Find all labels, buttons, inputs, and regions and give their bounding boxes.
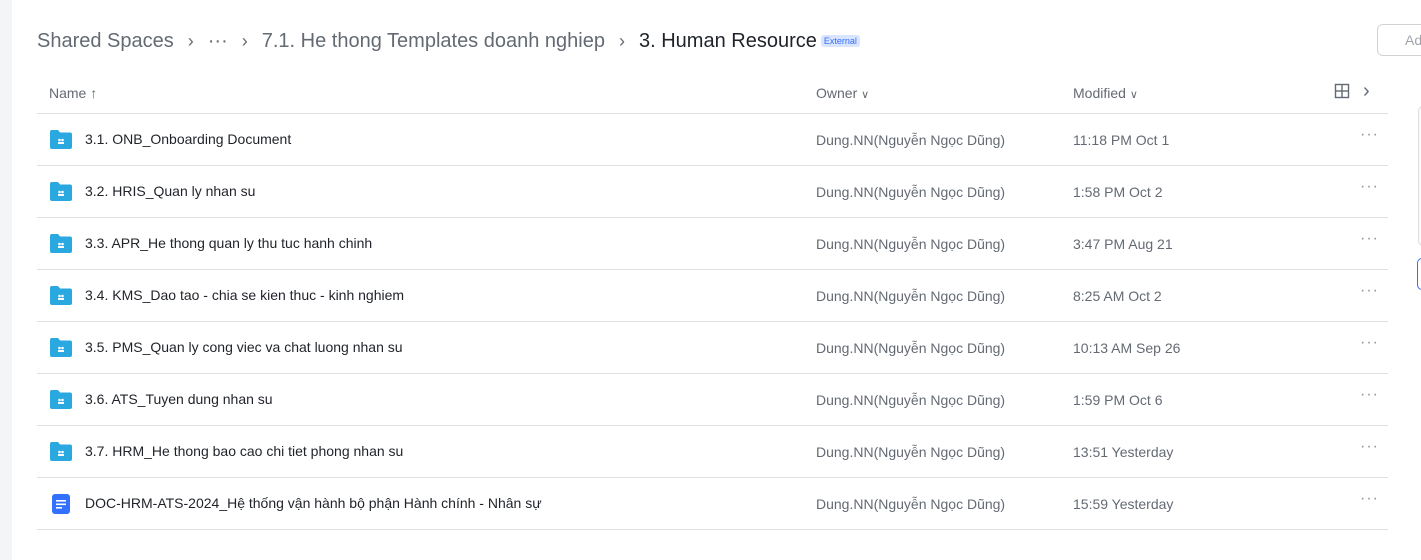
item-owner: Dung.NN(Nguyễn Ngọc Dũng) (816, 392, 1006, 408)
more-options-icon[interactable]: ··· (1360, 178, 1379, 196)
shared-folder-icon (50, 286, 72, 305)
external-badge: External (820, 35, 860, 47)
chevron-right-icon: › (187, 30, 194, 51)
more-options-icon[interactable]: ··· (1360, 490, 1379, 508)
item-owner: Dung.NN(Nguyễn Ngọc Dũng) (816, 132, 1006, 148)
more-options-icon[interactable]: ··· (1360, 386, 1379, 404)
breadcrumb-more[interactable]: ··· (208, 30, 228, 53)
grid-view-icon[interactable] (1334, 83, 1350, 102)
shared-folder-icon (50, 182, 72, 201)
more-options-icon[interactable]: ··· (1360, 230, 1379, 248)
item-owner: Dung.NN(Nguyễn Ngọc Dũng) (816, 184, 1006, 200)
shared-folder-icon (50, 442, 72, 461)
chevron-down-icon: ∨ (1129, 89, 1138, 101)
document-icon (50, 494, 72, 514)
item-owner: Dung.NN(Nguyễn Ngọc Dũng) (816, 340, 1006, 356)
item-modified: 10:13 AM Sep 26 (1073, 340, 1181, 356)
table-row[interactable]: 3.1. ONB_Onboarding Document Dung.NN(Ngu… (37, 114, 1388, 166)
left-sidebar-edge (0, 0, 12, 560)
shared-folder-icon (50, 338, 72, 357)
more-options-icon[interactable]: ··· (1360, 282, 1379, 300)
table-row[interactable]: DOC-HRM-ATS-2024_Hệ thống vận hành bộ ph… (37, 478, 1388, 530)
owner-label: Owner (816, 85, 858, 101)
item-name[interactable]: 3.4. KMS_Dao tao - chia se kien thuc - k… (85, 287, 404, 303)
more-options-icon[interactable]: ··· (1360, 438, 1379, 456)
breadcrumb-shared-spaces[interactable]: Shared Spaces (37, 30, 174, 53)
item-owner: Dung.NN(Nguyễn Ngọc Dũng) (816, 236, 1006, 252)
table-row[interactable]: 3.7. HRM_He thong bao cao chi tiet phong… (37, 426, 1388, 478)
item-owner: Dung.NN(Nguyễn Ngọc Dũng) (816, 444, 1006, 460)
modified-label: Modified (1073, 85, 1126, 101)
more-options-icon[interactable]: ··· (1360, 334, 1379, 352)
sort-by-owner[interactable]: Owner ∨ (816, 85, 869, 101)
table-row[interactable]: 3.2. HRIS_Quan ly nhan su Dung.NN(Nguyễn… (37, 166, 1388, 218)
item-owner: Dung.NN(Nguyễn Ngọc Dũng) (816, 496, 1006, 512)
chevron-right-icon[interactable]: › (1363, 80, 1370, 103)
sort-by-modified[interactable]: Modified ∨ (1073, 85, 1138, 101)
more-options-icon[interactable]: ··· (1360, 126, 1379, 144)
item-modified: 3:47 PM Aug 21 (1073, 236, 1173, 252)
breadcrumb-parent-folder[interactable]: 7.1. He thong Templates doanh nghiep (262, 30, 605, 53)
item-modified: 8:25 AM Oct 2 (1073, 288, 1162, 304)
item-modified: 1:58 PM Oct 2 (1073, 184, 1163, 200)
table-row[interactable]: 3.3. APR_He thong quan ly thu tuc hanh c… (37, 218, 1388, 270)
table-row[interactable]: 3.4. KMS_Dao tao - chia se kien thuc - k… (37, 270, 1388, 322)
chevron-right-icon: › (618, 30, 625, 51)
table-row[interactable]: 3.6. ATS_Tuyen dung nhan su Dung.NN(Nguy… (37, 374, 1388, 426)
item-modified: 15:59 Yesterday (1073, 496, 1174, 512)
item-name[interactable]: 3.7. HRM_He thong bao cao chi tiet phong… (85, 443, 403, 459)
item-owner: Dung.NN(Nguyễn Ngọc Dũng) (816, 288, 1006, 304)
item-modified: 1:59 PM Oct 6 (1073, 392, 1163, 408)
shared-folder-icon (50, 234, 72, 253)
shared-folder-icon (50, 390, 72, 409)
item-name[interactable]: 3.6. ATS_Tuyen dung nhan su (85, 391, 273, 407)
table-row[interactable]: 3.5. PMS_Quan ly cong viec va chat luong… (37, 322, 1388, 374)
breadcrumb: Shared Spaces › ··· › 7.1. He thong Temp… (37, 26, 860, 56)
item-name[interactable]: 3.1. ONB_Onboarding Document (85, 131, 291, 147)
chevron-right-icon: › (241, 30, 248, 51)
shared-folder-icon (50, 130, 72, 149)
item-name[interactable]: DOC-HRM-ATS-2024_Hệ thống vận hành bộ ph… (85, 495, 542, 511)
item-modified: 13:51 Yesterday (1073, 444, 1174, 460)
page-title: 3. Human Resource (638, 29, 817, 52)
item-name[interactable]: 3.5. PMS_Quan ly cong viec va chat luong… (85, 339, 403, 355)
chevron-down-icon: ∨ (861, 89, 870, 101)
details-button[interactable] (1417, 258, 1421, 290)
item-name[interactable]: 3.2. HRIS_Quan ly nhan su (85, 183, 255, 199)
item-modified: 11:18 PM Oct 1 (1073, 132, 1170, 148)
table-header: Name ↑ Owner ∨ Modified ∨ › (37, 78, 1388, 114)
sort-by-name[interactable]: Name ↑ (49, 85, 97, 101)
item-name[interactable]: 3.3. APR_He thong quan ly thu tuc hanh c… (85, 235, 372, 251)
